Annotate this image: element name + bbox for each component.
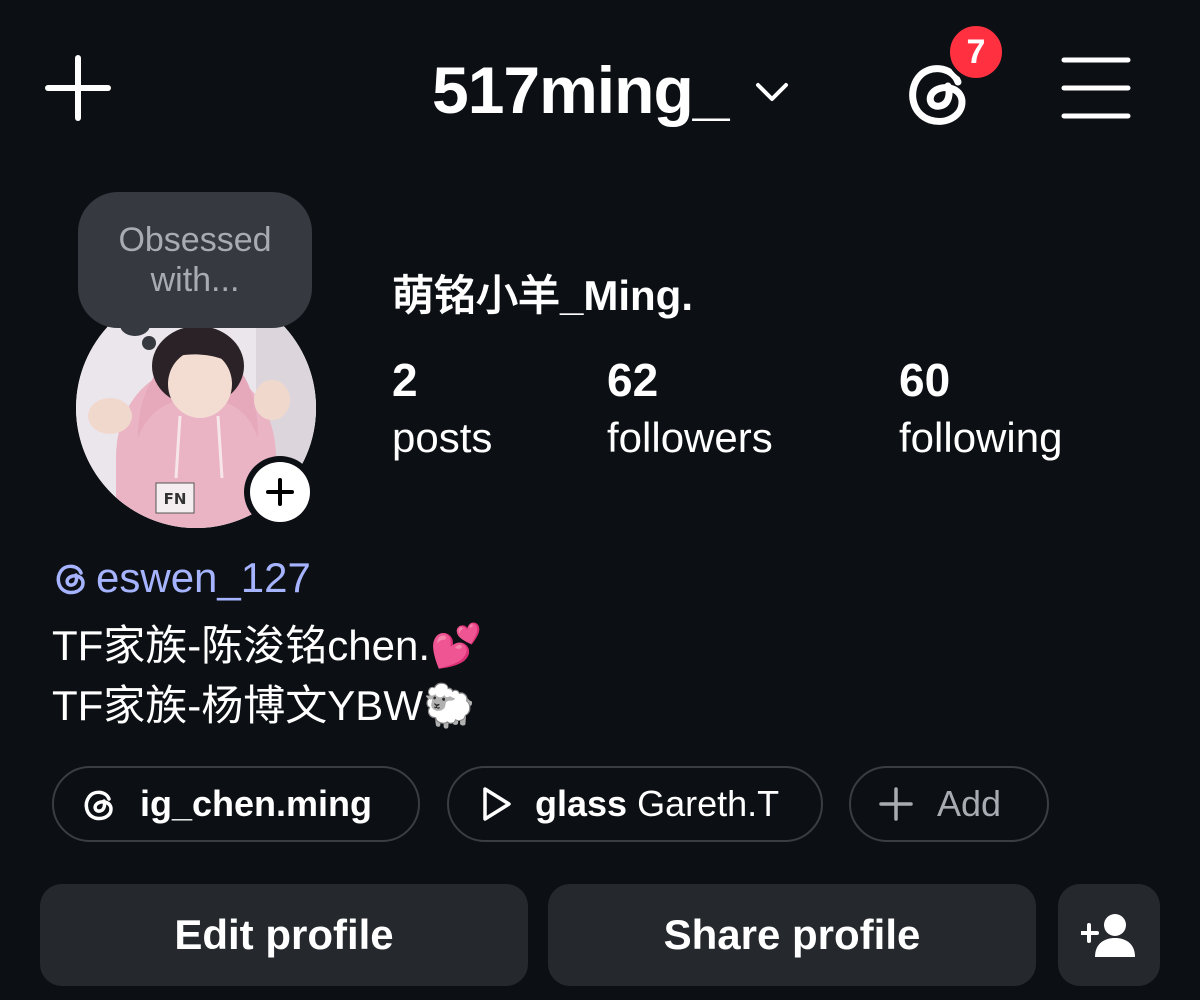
edit-profile-button[interactable]: Edit profile <box>40 884 528 986</box>
play-icon <box>483 787 511 821</box>
threads-icon <box>56 564 85 595</box>
create-button[interactable] <box>40 50 116 126</box>
svg-text:FN: FN <box>164 490 187 508</box>
add-story-circle <box>250 462 310 522</box>
display-name: 萌铭小羊_Ming. <box>392 272 693 319</box>
followers-count: 62 <box>607 354 659 406</box>
music-chip[interactable]: glass Gareth.T <box>447 766 823 842</box>
notification-badge: 7 <box>946 22 1006 82</box>
share-profile-label: Share profile <box>663 911 921 958</box>
stat-followers[interactable]: 62 followers <box>607 352 773 468</box>
add-link-chip[interactable]: Add <box>849 766 1049 842</box>
plus-icon <box>879 787 913 821</box>
threads-handle-link[interactable]: eswen_127 <box>52 554 311 602</box>
add-story-icon <box>266 478 294 506</box>
note-text: Obsessed with... <box>118 221 272 299</box>
menu-icon <box>1061 57 1131 119</box>
menu-button[interactable] <box>1058 52 1134 124</box>
chevron-down-icon <box>756 83 789 101</box>
threads-link-chip[interactable]: ig_chen.ming <box>52 766 420 842</box>
stat-posts[interactable]: 2 posts <box>392 352 492 468</box>
share-profile-button[interactable]: Share profile <box>548 884 1036 986</box>
add-user-icon <box>1081 914 1135 957</box>
discover-people-button[interactable] <box>1058 884 1160 986</box>
plus-icon <box>45 55 111 121</box>
music-title: glass <box>535 783 628 824</box>
posts-count: 2 <box>392 354 418 406</box>
add-story-button[interactable] <box>244 456 316 528</box>
music-artist: Gareth.T <box>637 783 780 824</box>
profile-screen: 517ming_ 7 FN Obsessed with... 萌铭小羊_Ming… <box>0 0 1200 1000</box>
stat-following[interactable]: 60 following <box>899 352 1062 468</box>
note-bubble[interactable]: Obsessed with... <box>78 192 312 328</box>
add-link-label: Add <box>937 783 1002 824</box>
note-bubble-tail-dot <box>142 336 156 350</box>
following-label: following <box>899 414 1063 461</box>
followers-label: followers <box>607 414 773 461</box>
edit-profile-label: Edit profile <box>174 911 394 958</box>
posts-label: posts <box>392 414 493 461</box>
following-count: 60 <box>899 354 951 406</box>
bio-line-2: TF家族-杨博文YBW🐑 <box>52 682 476 729</box>
threads-icon <box>84 790 113 821</box>
threads-handle-text: eswen_127 <box>96 554 311 601</box>
account-switcher[interactable]: 517ming_ <box>432 48 790 132</box>
username: 517ming_ <box>432 53 729 127</box>
threads-link-label: ig_chen.ming <box>140 783 373 824</box>
bio-line-1: TF家族-陈浚铭chen.💕 <box>52 622 483 669</box>
